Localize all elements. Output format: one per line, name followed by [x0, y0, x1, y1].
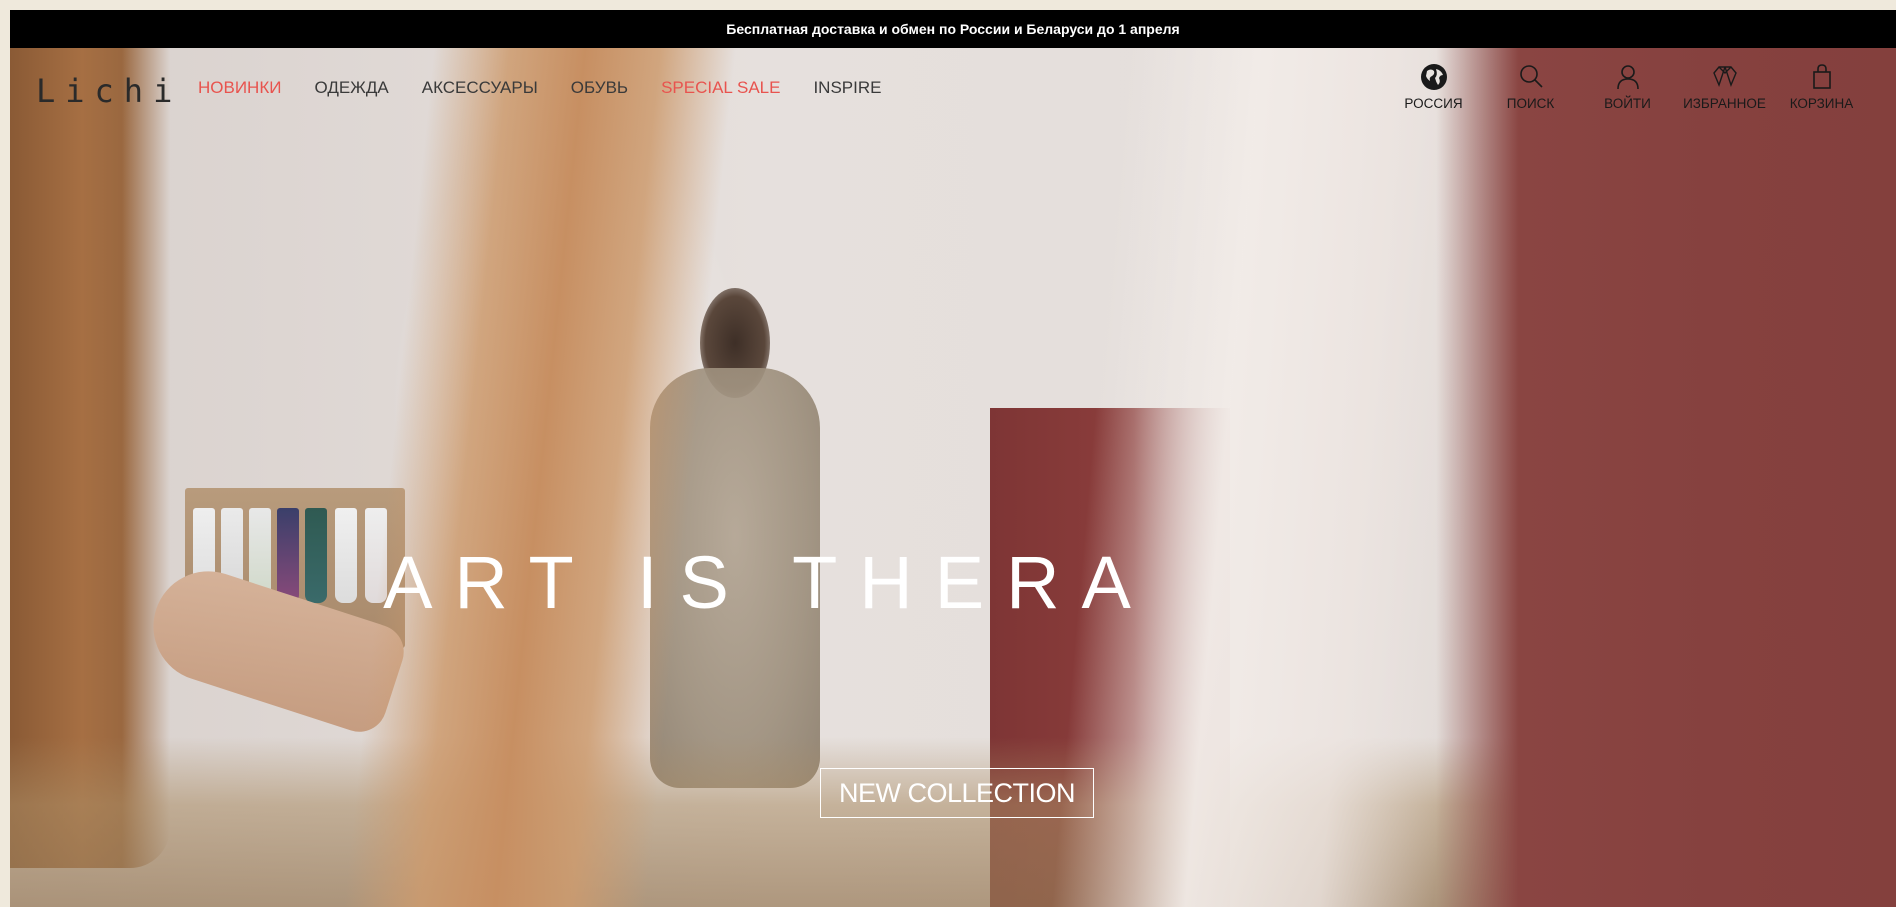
- nav-item-special-sale[interactable]: SPECIAL SALE: [661, 78, 780, 98]
- main-nav: НОВИНКИ ОДЕЖДА АКСЕССУАРЫ ОБУВЬ SPECIAL …: [198, 78, 881, 98]
- heart-icon: [1712, 66, 1737, 87]
- region-button[interactable]: РОССИЯ: [1385, 62, 1482, 111]
- login-button[interactable]: ВОЙТИ: [1579, 62, 1676, 111]
- page: Бесплатная доставка и обмен по России и …: [10, 10, 1896, 907]
- hero-red-wall: [1436, 48, 1896, 907]
- favorites-button[interactable]: ИЗБРАННОЕ: [1676, 62, 1773, 111]
- search-icon: [1519, 65, 1543, 88]
- logo[interactable]: Lichi: [36, 72, 182, 110]
- login-label: ВОЙТИ: [1604, 96, 1651, 111]
- announcement-bar: Бесплатная доставка и обмен по России и …: [10, 10, 1896, 48]
- hero-title: ART IS THERA: [383, 541, 1153, 624]
- announcement-text: Бесплатная доставка и обмен по России и …: [726, 21, 1180, 37]
- search-button[interactable]: ПОИСК: [1482, 62, 1579, 111]
- nav-item-shoes[interactable]: ОБУВЬ: [571, 78, 628, 98]
- nav-item-new[interactable]: НОВИНКИ: [198, 78, 281, 98]
- favorites-label: ИЗБРАННОЕ: [1683, 96, 1766, 111]
- cart-button[interactable]: КОРЗИНА: [1773, 62, 1870, 111]
- user-icon: [1616, 65, 1639, 90]
- search-label: ПОИСК: [1506, 96, 1555, 111]
- region-label: РОССИЯ: [1404, 96, 1463, 111]
- site-header: Lichi НОВИНКИ ОДЕЖДА АКСЕССУАРЫ ОБУВЬ SP…: [10, 48, 1896, 128]
- header-tools: РОССИЯ ПОИСК ВОЙТИ ИЗБРАННОЕ КОРЗИНА: [1385, 62, 1870, 111]
- cart-label: КОРЗИНА: [1789, 96, 1854, 111]
- bag-icon: [1812, 64, 1831, 89]
- new-collection-button[interactable]: NEW COLLECTION: [820, 768, 1094, 818]
- nav-item-clothing[interactable]: ОДЕЖДА: [314, 78, 388, 98]
- nav-item-accessories[interactable]: АКСЕССУАРЫ: [422, 78, 538, 98]
- nav-item-inspire[interactable]: INSPIRE: [813, 78, 881, 98]
- globe-icon: [1420, 64, 1447, 90]
